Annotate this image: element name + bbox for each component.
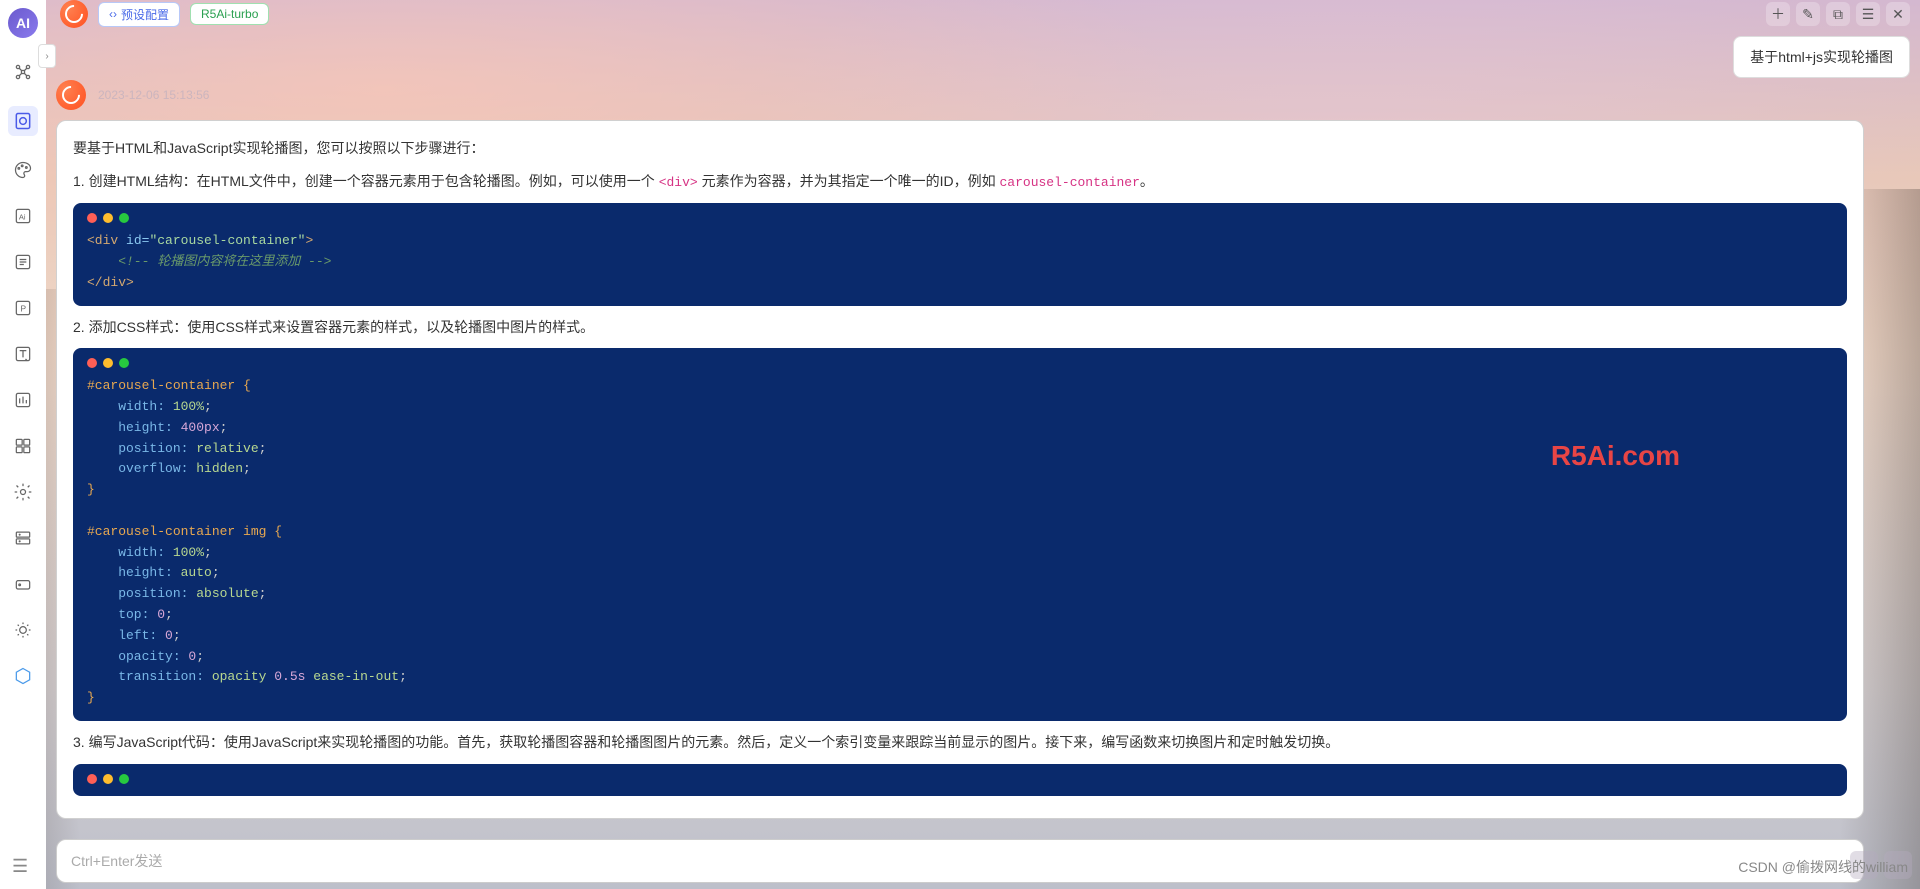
mac-dots	[87, 774, 1833, 784]
input-bar	[56, 839, 1864, 883]
ai-icon[interactable]: Ai	[11, 204, 35, 228]
code-block-js	[73, 764, 1847, 796]
model-badge[interactable]: R5Ai-turbo	[190, 3, 269, 25]
send-icon[interactable]	[1884, 851, 1912, 879]
step-3: 3. 编写JavaScript代码：使用JavaScript来实现轮播图的功能。…	[73, 729, 1847, 756]
mac-dots	[87, 358, 1833, 368]
conversation-title: 基于html+js实现轮播图	[1733, 36, 1910, 78]
drive-icon[interactable]	[11, 572, 35, 596]
nodes-icon[interactable]	[11, 60, 35, 84]
add-icon[interactable]: ＋	[1766, 2, 1790, 26]
message-content: 要基于HTML和JavaScript实现轮播图，您可以按照以下步骤进行： 1. …	[56, 120, 1864, 819]
step-2: 2. 添加CSS样式：使用CSS样式来设置容器元素的样式，以及轮播图中图片的样式…	[73, 314, 1847, 341]
inline-code-id: carousel-container	[999, 175, 1139, 190]
palette-icon[interactable]	[11, 158, 35, 182]
intro-text: 要基于HTML和JavaScript实现轮播图，您可以按照以下步骤进行：	[73, 135, 1847, 162]
svg-text:Ai: Ai	[19, 212, 26, 221]
sidebar: AI Ai P	[0, 0, 46, 889]
gear-icon[interactable]	[11, 480, 35, 504]
server-icon[interactable]	[11, 526, 35, 550]
assistant-avatar	[56, 80, 86, 110]
menu-toggle-icon[interactable]: ☰	[12, 856, 28, 877]
user-avatar[interactable]	[60, 0, 88, 28]
attach-icon[interactable]	[1850, 851, 1878, 879]
text-icon[interactable]	[11, 342, 35, 366]
pdf-icon[interactable]: P	[11, 296, 35, 320]
more-icon[interactable]: ☰	[1856, 2, 1880, 26]
apps-icon[interactable]	[11, 434, 35, 458]
step1-mid: 元素作为容器，并为其指定一个唯一的ID，例如	[698, 173, 1000, 189]
code-icon: ‹›	[109, 7, 117, 21]
step-1: 1. 创建HTML结构：在HTML文件中，创建一个容器元素用于包含轮播图。例如，…	[73, 168, 1847, 196]
chart-icon[interactable]	[11, 388, 35, 412]
top-bar: ‹› 预设配置 R5Ai-turbo	[56, 0, 1920, 28]
preset-label: 预设配置	[121, 6, 169, 23]
close-icon[interactable]: ✕	[1886, 2, 1910, 26]
list-icon[interactable]	[11, 250, 35, 274]
step1-prefix: 1. 创建HTML结构：在HTML文件中，创建一个容器元素用于包含轮播图。例如，…	[73, 173, 659, 189]
preset-config-button[interactable]: ‹› 预设配置	[98, 2, 180, 27]
code-block-css: #carousel-container { width: 100%; heigh…	[73, 348, 1847, 721]
inline-code-div: <div>	[659, 175, 698, 190]
message-header: 2023-12-06 15:13:56	[56, 80, 1864, 110]
message-input[interactable]	[71, 853, 1849, 869]
page-icon[interactable]	[8, 106, 38, 136]
mac-dots	[87, 213, 1833, 223]
message-area: 2023-12-06 15:13:56 要基于HTML和JavaScript实现…	[56, 80, 1864, 825]
edit-icon[interactable]: ✎	[1796, 2, 1820, 26]
sidebar-collapse-button[interactable]: ›	[38, 44, 56, 68]
input-actions	[1850, 851, 1912, 879]
app-logo-icon[interactable]: AI	[8, 8, 38, 38]
top-right-toolbar: ＋ ✎ ⧉ ☰ ✕	[1766, 2, 1910, 26]
code-block-html: <div id="carousel-container"> <!-- 轮播图内容…	[73, 203, 1847, 305]
hex-icon[interactable]	[11, 664, 35, 688]
sun-icon[interactable]	[11, 618, 35, 642]
message-timestamp: 2023-12-06 15:13:56	[98, 88, 209, 102]
svg-text:P: P	[21, 303, 27, 313]
step1-suffix: 。	[1140, 173, 1154, 189]
copy-icon[interactable]: ⧉	[1826, 2, 1850, 26]
